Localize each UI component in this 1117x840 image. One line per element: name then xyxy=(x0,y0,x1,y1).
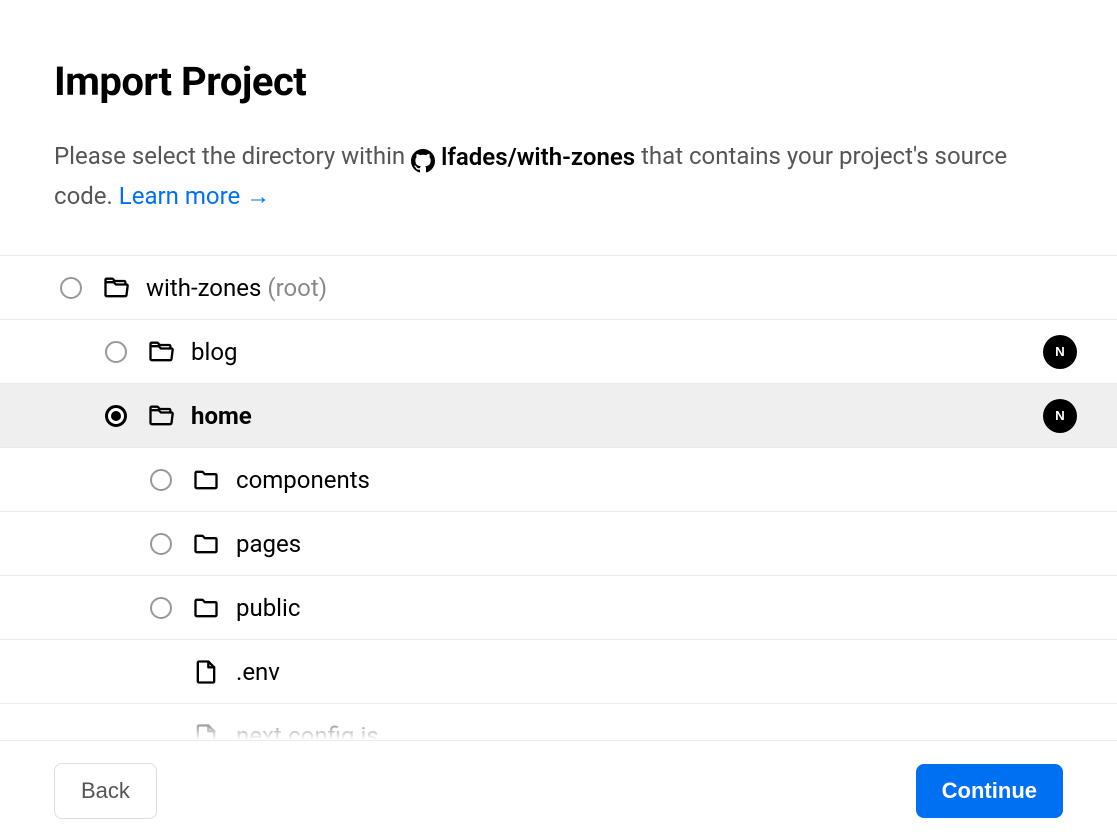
import-header: Import Project Please select the directo… xyxy=(0,0,1117,255)
tree-row--env[interactable]: .env xyxy=(0,640,1117,704)
folder-open-icon xyxy=(102,274,130,302)
footer-bar: Back Continue xyxy=(0,740,1117,840)
folder-open-icon xyxy=(147,338,175,366)
back-button[interactable]: Back xyxy=(54,763,157,819)
radio-button[interactable] xyxy=(150,533,172,555)
tree-item-label: blog xyxy=(191,338,237,366)
continue-button[interactable]: Continue xyxy=(916,764,1063,818)
directory-tree: with-zones(root) blog Nhome Ncomponents page… xyxy=(0,255,1117,768)
tree-item-label: public xyxy=(236,594,300,622)
tree-item-label: home xyxy=(191,402,252,430)
radio-button[interactable] xyxy=(60,277,82,299)
radio-button[interactable] xyxy=(105,341,127,363)
page-subtitle: Please select the directory within lfade… xyxy=(54,137,1063,215)
tree-item-label: with-zones xyxy=(146,274,261,302)
tree-row-components[interactable]: components xyxy=(0,448,1117,512)
tree-row-pages[interactable]: pages xyxy=(0,512,1117,576)
subtitle-prefix: Please select the directory within xyxy=(54,142,405,170)
next-badge-icon: N xyxy=(1043,335,1077,369)
tree-item-label: .env xyxy=(236,658,280,686)
tree-row-blog[interactable]: blog N xyxy=(0,320,1117,384)
repo-reference: lfades/with-zones xyxy=(411,138,635,176)
page-title: Import Project xyxy=(54,58,1063,105)
tree-row-home[interactable]: home N xyxy=(0,384,1117,448)
next-badge-icon: N xyxy=(1043,399,1077,433)
tree-row-public[interactable]: public xyxy=(0,576,1117,640)
folder-icon xyxy=(192,530,220,558)
github-icon xyxy=(411,146,435,170)
radio-button[interactable] xyxy=(150,469,172,491)
tree-row-with-zones[interactable]: with-zones(root) xyxy=(0,256,1117,320)
svg-text:N: N xyxy=(1055,344,1065,359)
tree-item-label: pages xyxy=(236,530,301,558)
folder-open-icon xyxy=(147,402,175,430)
folder-icon xyxy=(192,466,220,494)
tree-item-label: components xyxy=(236,466,370,494)
folder-icon xyxy=(192,594,220,622)
svg-text:N: N xyxy=(1055,408,1065,423)
file-icon xyxy=(192,658,220,686)
radio-button[interactable] xyxy=(105,405,127,427)
tree-item-suffix: (root) xyxy=(267,274,327,302)
radio-button[interactable] xyxy=(150,597,172,619)
learn-more-link[interactable]: Learn more → xyxy=(119,182,270,210)
repo-name: lfades/with-zones xyxy=(441,138,635,176)
